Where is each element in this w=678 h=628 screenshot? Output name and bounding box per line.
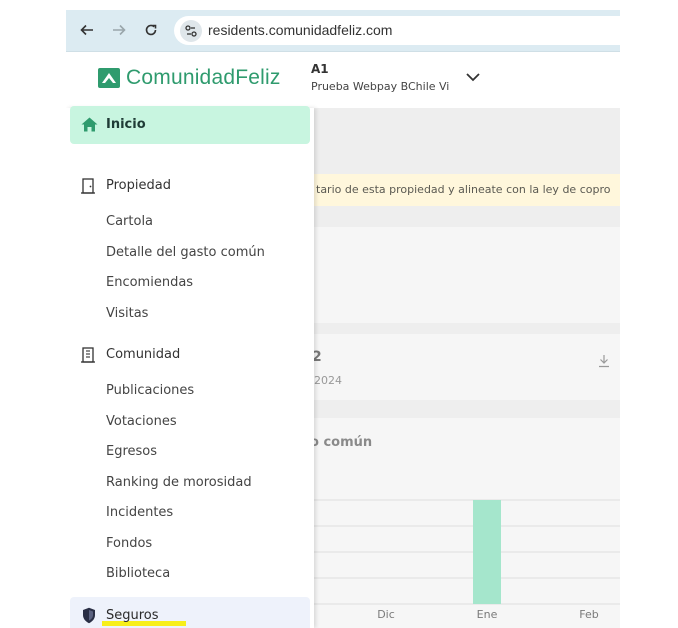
sidebar-item-detalle-gasto-comun[interactable]: Detalle del gasto común: [106, 245, 265, 260]
unit-title: A1: [311, 62, 329, 76]
bar-chart: Dic Ene Feb: [310, 499, 620, 621]
logo-text: ComunidadFeliz: [126, 66, 281, 89]
sidebar-item-seguros[interactable]: Seguros: [70, 597, 310, 628]
sidebar-item-encomiendas[interactable]: Encomiendas: [106, 275, 193, 290]
chart-title: o común: [310, 435, 373, 450]
download-icon[interactable]: [598, 354, 610, 368]
unit-subtitle: Prueba Webpay BChile Vi: [311, 80, 450, 93]
x-tick-label: Dic: [377, 608, 395, 621]
sidebar-item-votaciones[interactable]: Votaciones: [106, 414, 177, 429]
x-tick-label: Ene: [477, 608, 498, 621]
sidebar-item-biblioteca[interactable]: Biblioteca: [106, 566, 170, 581]
card-date: -2024: [310, 374, 342, 387]
sidebar-item-publicaciones[interactable]: Publicaciones: [106, 383, 194, 398]
logo-icon: [98, 68, 120, 88]
sidebar-item-ranking-morosidad[interactable]: Ranking de morosidad: [106, 475, 252, 490]
browser-toolbar: residents.comunidadfeliz.com: [66, 10, 620, 52]
sidebar-section-label: Propiedad: [106, 178, 171, 193]
sidebar-item-label: Inicio: [106, 117, 146, 132]
chart-card: o común Dic Ene Feb: [310, 418, 620, 628]
sidebar-item-fondos[interactable]: Fondos: [106, 536, 152, 551]
main-content: tario de esta propiedad y alineate con l…: [310, 108, 620, 628]
sidebar-section-label: Comunidad: [106, 347, 181, 362]
sidebar-item-egresos[interactable]: Egresos: [106, 444, 157, 459]
sidebar-item-cartola[interactable]: Cartola: [106, 214, 153, 229]
address-bar[interactable]: residents.comunidadfeliz.com: [174, 16, 620, 45]
chevron-down-icon[interactable]: [466, 72, 480, 82]
unit-selector[interactable]: A1 Prueba Webpay BChile Vi: [311, 62, 449, 93]
sidebar-item-inicio[interactable]: Inicio: [70, 106, 310, 144]
arrow-right-icon[interactable]: [108, 19, 130, 41]
tune-icon[interactable]: [180, 20, 202, 42]
statement-card: 2 -2024: [310, 334, 620, 400]
summary-card: [310, 227, 620, 323]
url-text[interactable]: residents.comunidadfeliz.com: [208, 22, 392, 38]
reload-icon[interactable]: [140, 19, 162, 41]
app-header: ComunidadFeliz A1 Prueba Webpay BChile V…: [66, 52, 620, 108]
logo[interactable]: ComunidadFeliz: [98, 66, 281, 90]
sidebar-item-label: Seguros: [106, 608, 159, 623]
sidebar-item-incidentes[interactable]: Incidentes: [106, 505, 173, 520]
sidebar: Inicio Propiedad Cartola Detalle del gas…: [66, 106, 314, 628]
building-icon: [81, 347, 95, 363]
sidebar-item-visitas[interactable]: Visitas: [106, 306, 148, 321]
banner-text: tario de esta propiedad y alineate con l…: [316, 183, 611, 196]
x-tick-label: Feb: [579, 608, 598, 621]
shield-icon: [83, 607, 95, 624]
chart-bar[interactable]: [473, 500, 501, 604]
door-icon: [81, 178, 95, 194]
info-banner: tario de esta propiedad y alineate con l…: [310, 174, 620, 206]
home-icon: [81, 117, 98, 132]
arrow-left-icon[interactable]: [76, 19, 98, 41]
browser-window: residents.comunidadfeliz.com ComunidadFe…: [66, 10, 620, 628]
